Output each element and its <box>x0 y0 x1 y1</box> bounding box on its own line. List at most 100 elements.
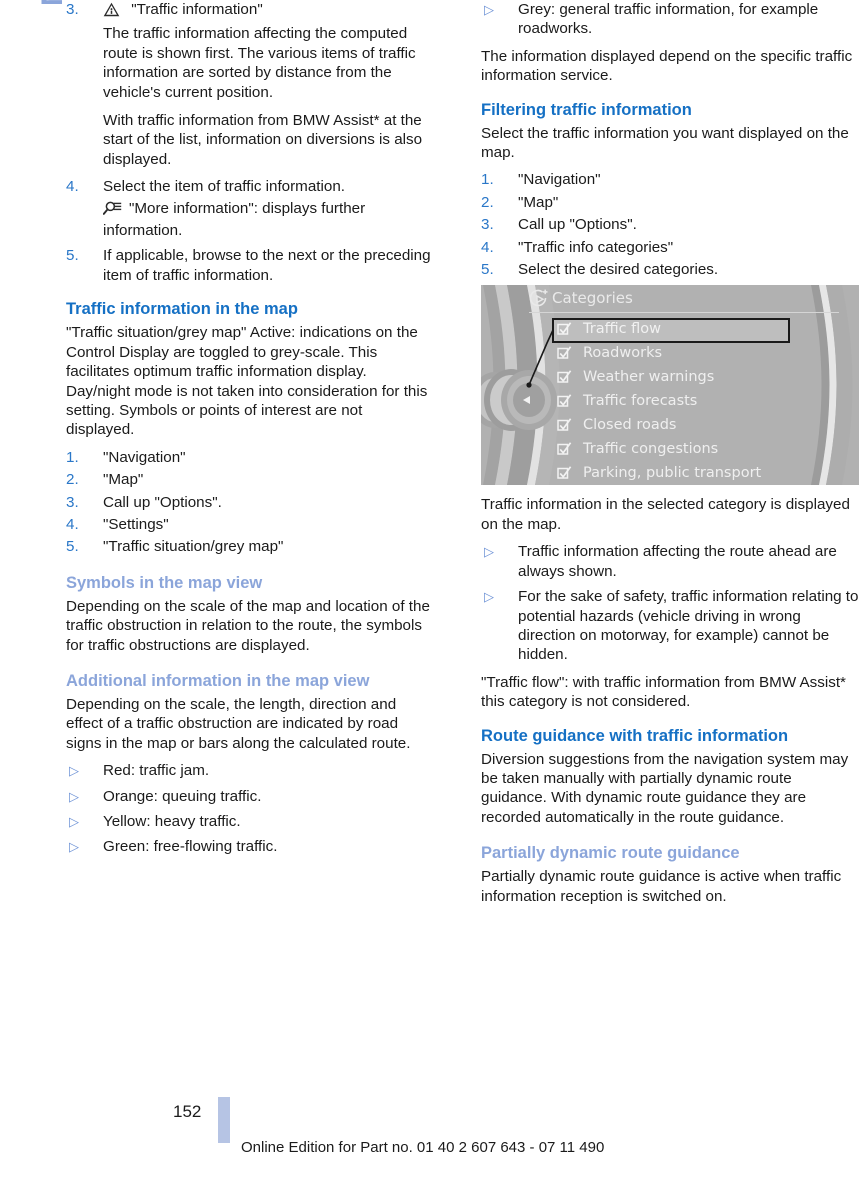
category-option-roadworks[interactable]: Roadworks <box>557 341 847 365</box>
step-sub-paragraph-with-icon: "More information": displays further inf… <box>102 199 431 241</box>
step-number: 3. <box>66 493 79 511</box>
list-item: ▷ Red: traffic jam. <box>66 761 431 780</box>
step-text: "Map" <box>518 193 559 211</box>
step-item: 5. "Traffic situation/grey map" <box>66 537 431 556</box>
step-number: 3. <box>481 216 494 234</box>
step-item: 2. "Map" <box>66 470 431 489</box>
figure-divider <box>529 312 839 314</box>
step-number: 4. <box>66 515 79 533</box>
list-item: ▷ Traffic information affecting the route… <box>481 542 859 581</box>
step-item: 3. "Traffic information" The traffic inf… <box>66 0 431 169</box>
step-item: 2. "Map" <box>481 193 859 212</box>
step-text: "Traffic information" <box>131 1 263 18</box>
triangle-bullet-icon: ▷ <box>484 2 494 17</box>
step-number: 2. <box>481 193 494 211</box>
paragraph: Partially dynamic route guidance is acti… <box>481 868 842 905</box>
list-item-text: Red: traffic jam. <box>103 762 210 780</box>
right-column: ▷ Grey: general traffic information, for … <box>481 0 859 914</box>
step-text: Call up "Options". <box>518 216 637 234</box>
category-label: Weather warnings <box>583 369 715 386</box>
list-item: ▷ Yellow: heavy traffic. <box>66 812 431 831</box>
paragraph: Depending on the scale of the map and lo… <box>66 597 430 654</box>
step-item: 4. "Settings" <box>66 515 431 534</box>
step-number: 4. <box>481 238 494 256</box>
procedure-traffic-information-list: 3. "Traffic information" The traffic inf… <box>66 0 431 285</box>
figure-title: Categories <box>552 289 633 308</box>
step-item: 5. If applicable, browse to the next or … <box>66 246 431 285</box>
list-item-text: For the sake of safety, traffic informat… <box>518 588 859 664</box>
bullet-list-traffic-colours: ▷ Red: traffic jam. ▷ Orange: queuing traf… <box>66 761 431 857</box>
triangle-bullet-icon: ▷ <box>69 763 79 779</box>
procedure-traffic-situation-grey-map: 1. "Navigation" 2. "Map" 3. Call up "Option… <box>66 448 431 557</box>
category-label: Traffic congestions <box>583 441 719 458</box>
list-item-text: Green: free-flowing traffic. <box>103 838 278 856</box>
footer-imprint: Online Edition for Part no. 01 40 2 607 … <box>241 1139 605 1156</box>
category-option-traffic-congestions[interactable]: Traffic congestions <box>557 437 847 461</box>
list-item-text: Grey: general traffic information, for e… <box>518 1 819 38</box>
list-item: ▷ For the sake of safety, traffic informa… <box>481 587 859 665</box>
page-footer: 152 Online Edition for Part no. 01 40 2 … <box>0 1097 859 1181</box>
selection-highlight-box <box>552 318 790 344</box>
step-item: 1. "Navigation" <box>481 170 859 189</box>
list-item: ▷ Orange: queuing traffic. <box>66 787 431 806</box>
triangle-bullet-icon: ▷ <box>69 814 79 829</box>
paragraph: Depending on the scale, the length, dire… <box>66 695 411 752</box>
procedure-traffic-info-categories: 1. "Navigation" 2. "Map" 3. Call up "Option… <box>481 170 859 279</box>
heading-filtering-traffic-information: Filtering traffic information <box>481 100 692 119</box>
heading-additional-information-in-the-map-view: Additional information in the map view <box>66 671 370 690</box>
step-sub-paragraph: With traffic information from BMW Assist… <box>103 112 423 168</box>
step-number: 5. <box>481 261 494 279</box>
step-text: "Navigation" <box>103 448 186 466</box>
warning-triangle-info-icon <box>103 2 120 22</box>
step-text: "Navigation" <box>518 171 601 189</box>
paragraph: "Traffic flow": with traffic information… <box>481 673 846 711</box>
step-item: 1. "Navigation" <box>66 448 431 467</box>
category-label: Traffic forecasts <box>583 393 698 410</box>
list-item: ▷ Green: free-flowing traffic. <box>66 837 431 856</box>
category-option-traffic-forecasts[interactable]: Traffic forecasts <box>557 389 847 413</box>
step-number: 4. <box>66 178 79 196</box>
left-column: 3. "Traffic information" The traffic inf… <box>66 0 431 865</box>
bullet-list-grey-traffic-info: ▷ Grey: general traffic information, for … <box>481 0 859 39</box>
step-item: 4. Select the item of traffic informatio… <box>66 177 431 240</box>
category-option-weather-warnings[interactable]: Weather warnings <box>557 365 847 389</box>
triangle-bullet-icon: ▷ <box>69 788 79 804</box>
step-text: If applicable, browse to the next or the… <box>103 247 431 284</box>
step-sub-text: "More information": displays further inf… <box>103 199 366 240</box>
category-label: Closed roads <box>583 417 677 434</box>
step-item: 4. "Traffic info categories" <box>481 238 859 257</box>
triangle-bullet-icon: ▷ <box>69 839 79 855</box>
step-text: Call up "Options". <box>103 493 222 511</box>
heading-partially-dynamic-route-guidance: Partially dynamic route guidance <box>481 844 740 863</box>
bullet-list-category-notes: ▷ Traffic information affecting the route… <box>481 542 859 664</box>
step-text: Select the desired categories. <box>518 261 719 279</box>
footer-rule <box>218 1097 230 1143</box>
heading-traffic-information-in-the-map: Traffic information in the map <box>66 300 298 319</box>
navigation-categories-icon <box>529 290 548 307</box>
paragraph: The information displayed depend on the … <box>481 47 853 85</box>
list-item-text: Orange: queuing traffic. <box>103 787 262 805</box>
list-item-text: Yellow: heavy traffic. <box>103 813 241 830</box>
paragraph: Select the traffic information you want … <box>481 124 849 162</box>
category-option-closed-roads[interactable]: Closed roads <box>557 413 847 437</box>
step-number: 5. <box>66 247 79 265</box>
triangle-bullet-icon: ▷ <box>484 544 494 560</box>
category-label: Parking, public transport <box>583 465 762 482</box>
page-body: 3. "Traffic information" The traffic inf… <box>0 0 859 1100</box>
step-sub-paragraph: The traffic information affecting the co… <box>103 25 416 101</box>
heading-route-guidance-with-traffic-information: Route guidance with traffic information <box>481 726 789 745</box>
step-text: "Settings" <box>103 515 169 533</box>
step-item: 3. Call up "Options". <box>481 215 859 234</box>
step-number: 1. <box>66 448 79 466</box>
heading-symbols-in-the-map-view: Symbols in the map view <box>66 573 263 592</box>
magnifier-details-icon <box>102 201 122 221</box>
list-item: ▷ Grey: general traffic information, for … <box>481 0 859 39</box>
checkbox-checked-icon[interactable] <box>557 465 572 485</box>
control-display-categories-figure: Categories Traffic flow Roadworks Weathe… <box>481 285 859 486</box>
step-text: "Map" <box>103 471 144 489</box>
paragraph: "Traffic situation/grey map" Active: ind… <box>66 324 428 439</box>
step-number: 3. <box>66 1 79 18</box>
category-option-parking-public-transport[interactable]: Parking, public transport <box>557 461 847 485</box>
page-number: 152 <box>173 1102 202 1121</box>
paragraph: Diversion suggestions from the navigatio… <box>481 750 849 826</box>
